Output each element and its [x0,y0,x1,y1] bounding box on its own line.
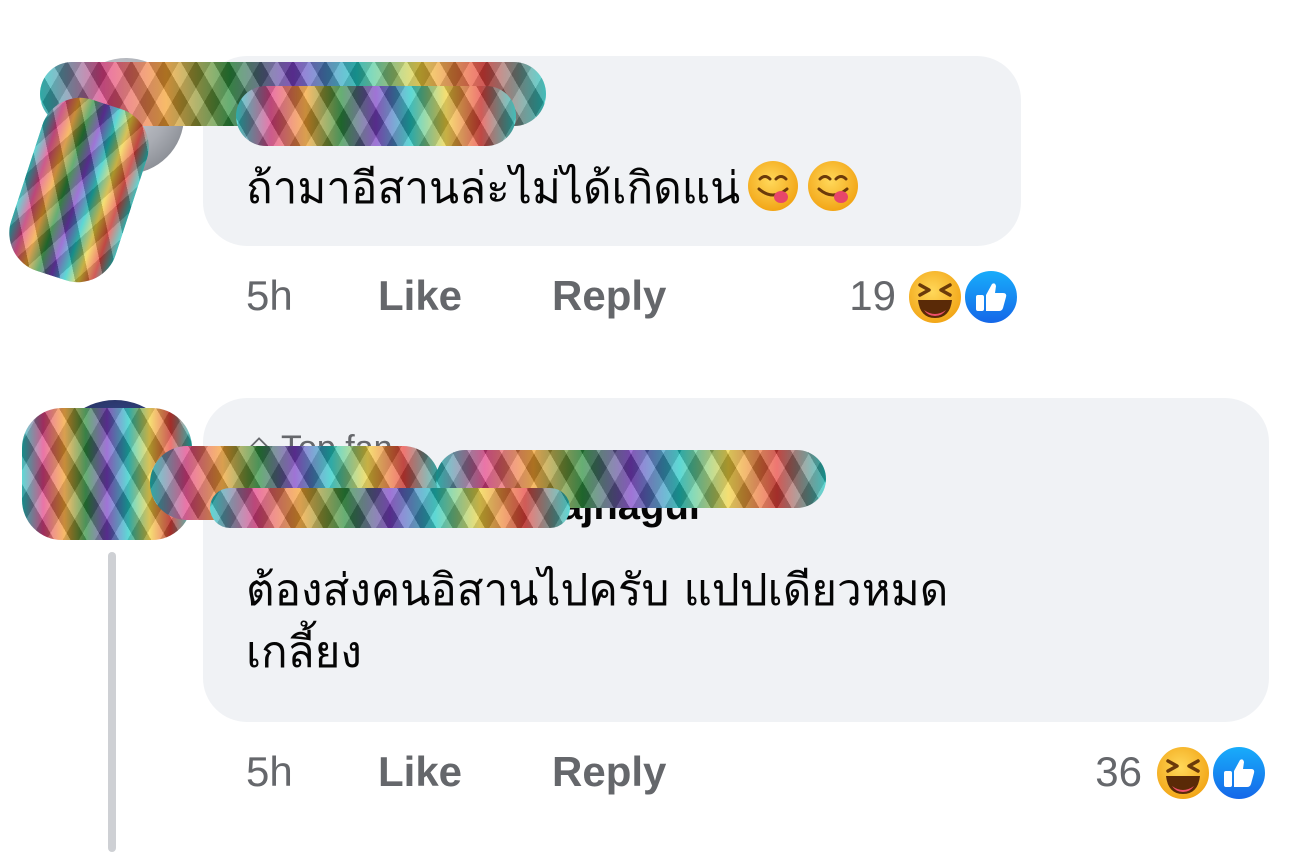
reply-thread-line [108,552,116,852]
reply-button[interactable]: Reply [552,272,666,320]
comment-text-line-2: เกลี้ยง [246,627,362,678]
yum-face-emoji [808,161,859,211]
reaction-count[interactable]: 19 [820,272,896,320]
comment-timestamp: 5h [246,748,293,795]
reaction-count[interactable]: 36 [1066,748,1142,796]
comment-timestamp: 5h [246,272,293,319]
like-reaction-icon[interactable] [1210,744,1268,802]
comment-text-body: ถ้ามาอีสานล่ะไม่ได้เกิดแน่ [246,163,741,214]
haha-reaction-icon[interactable] [1154,744,1212,802]
like-button[interactable]: Like [378,748,462,796]
comment-text-line-1: ต้องส่งคนอิสานไปครับ แปปเดียวหมด [246,565,949,616]
yum-face-emoji [748,161,799,211]
haha-reaction-icon[interactable] [906,268,964,326]
like-button[interactable]: Like [378,272,462,320]
like-reaction-icon[interactable] [962,268,1020,326]
redaction-overlay [210,488,570,528]
redaction-overlay [0,87,160,293]
redaction-overlay [236,86,516,146]
comment-text: ถ้ามาอีสานล่ะไม่ได้เกิดแน่ [246,158,860,220]
reply-button[interactable]: Reply [552,748,666,796]
comment-text: ต้องส่งคนอิสานไปครับ แปปเดียวหมด เกลี้ยง [246,560,948,684]
